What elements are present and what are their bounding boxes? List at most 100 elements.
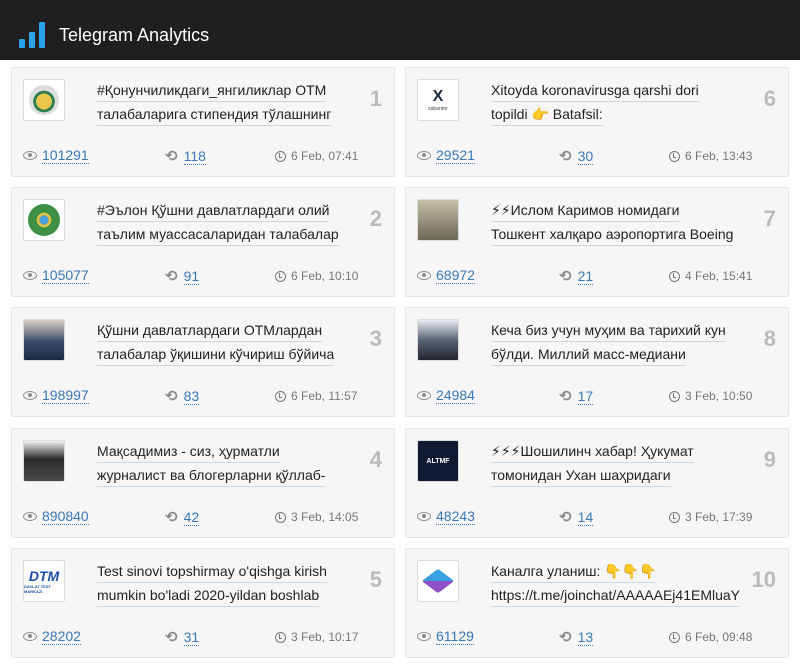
repost-icon: ⟲ <box>559 509 572 526</box>
views-stat: 101291 <box>23 147 89 164</box>
post-text[interactable]: #Қонунчиликдаги_янгиликлар ОТМ талабалар… <box>97 78 357 126</box>
post-text[interactable]: Xitoyda koronavirusga qarshi dori topild… <box>491 78 751 126</box>
post-text[interactable]: ⚡⚡Ислом Каримов номидаги Тошкент халқаро… <box>491 198 751 246</box>
clock-icon <box>669 511 680 523</box>
repost-icon: ⟲ <box>165 629 178 646</box>
eye-icon <box>417 151 431 160</box>
views-count[interactable]: 29521 <box>436 147 475 164</box>
clock-icon <box>669 150 680 162</box>
post-card-2[interactable]: #Эълон Қўшни давлатлардаги олий таълим м… <box>11 187 395 297</box>
repost-icon: ⟲ <box>165 509 178 526</box>
eye-icon <box>23 151 37 160</box>
views-count[interactable]: 101291 <box>42 147 89 164</box>
views-stat: 28202 <box>23 628 81 645</box>
rank-number: 9 <box>763 447 776 472</box>
post-card-9[interactable]: ALTMF ⚡⚡⚡Шошилинч хабар! Ҳукумат томонид… <box>405 428 789 538</box>
post-card-6[interactable]: Xxabardor Xitoyda koronavirusga qarshi d… <box>405 67 789 177</box>
app-title: Telegram Analytics <box>59 25 210 45</box>
views-count[interactable]: 105077 <box>42 267 89 284</box>
post-card-5[interactable]: DTM DAVLAT TEST MARKAZI Test sinovi topsh… <box>11 548 395 658</box>
reposts-count[interactable]: 31 <box>183 629 200 646</box>
reposts-count[interactable]: 21 <box>577 268 594 285</box>
views-count[interactable]: 48243 <box>436 508 475 525</box>
post-text[interactable]: Қўшни давлатлардаги ОТМлардан талабалар … <box>97 318 357 366</box>
post-text[interactable]: Кеча биз учун муҳим ва тарихий кун бўлди… <box>491 318 751 366</box>
post-time: 6 Feb, 10:10 <box>275 269 358 283</box>
reposts-count[interactable]: 83 <box>183 388 200 405</box>
post-time: 6 Feb, 09:48 <box>669 630 752 644</box>
views-count[interactable]: 28202 <box>42 628 81 645</box>
dtm-logo-icon: DTM DAVLAT TEST MARKAZI <box>23 560 65 602</box>
views-count[interactable]: 890840 <box>42 508 89 525</box>
photo-icon <box>23 440 65 482</box>
repost-icon: ⟲ <box>165 268 178 285</box>
reposts-count[interactable]: 17 <box>577 388 594 405</box>
xabardor-logo-icon: Xxabardor <box>417 79 459 121</box>
reposts-stat: ⟲ 30 <box>559 147 594 165</box>
post-card-4[interactable]: Мақсадимиз - сиз, ҳурматли журналист ва … <box>11 428 395 538</box>
post-text[interactable]: Test sinovi topshirmay o'qishga kirish m… <box>97 559 357 607</box>
post-time: 3 Feb, 10:50 <box>669 389 752 403</box>
eye-icon <box>23 512 37 521</box>
post-text[interactable]: ⚡⚡⚡Шошилинч хабар! Ҳукумат томонидан Уха… <box>491 439 751 487</box>
reposts-stat: ⟲ 13 <box>559 628 594 646</box>
views-stat: 48243 <box>417 508 475 525</box>
post-card-3[interactable]: Қўшни давлатлардаги ОТМлардан талабалар … <box>11 307 395 417</box>
reposts-stat: ⟲ 14 <box>559 508 594 526</box>
repost-icon: ⟲ <box>559 268 572 285</box>
views-stat: 61129 <box>417 628 474 645</box>
views-stat: 198997 <box>23 387 89 404</box>
views-stat: 68972 <box>417 267 475 284</box>
repost-icon: ⟲ <box>559 148 572 165</box>
views-count[interactable]: 68972 <box>436 267 475 284</box>
post-card-7[interactable]: ⚡⚡Ислом Каримов номидаги Тошкент халқаро… <box>405 187 789 297</box>
reposts-count[interactable]: 14 <box>577 509 594 526</box>
reposts-stat: ⟲ 31 <box>165 628 200 646</box>
rank-number: 10 <box>751 567 776 592</box>
post-card-1[interactable]: #Қонунчиликдаги_янгиликлар ОТМ талабалар… <box>11 67 395 177</box>
reposts-count[interactable]: 30 <box>577 148 594 165</box>
post-time: 6 Feb, 07:41 <box>275 149 358 163</box>
rank-number: 6 <box>763 86 776 111</box>
repost-icon: ⟲ <box>559 388 572 405</box>
post-card-10[interactable]: Каналга уланиш: 👇👇👇 https://t.me/joincha… <box>405 548 789 658</box>
post-text[interactable]: #Эълон Қўшни давлатлардаги олий таълим м… <box>97 198 357 246</box>
reposts-stat: ⟲ 21 <box>559 267 594 285</box>
eye-icon <box>23 632 37 641</box>
rank-number: 3 <box>369 326 382 351</box>
rank-number: 8 <box>763 326 776 351</box>
reposts-count[interactable]: 13 <box>577 629 594 646</box>
rank-number: 7 <box>763 206 776 231</box>
views-stat: 24984 <box>417 387 475 404</box>
post-time: 4 Feb, 15:41 <box>669 269 752 283</box>
reposts-stat: ⟲ 42 <box>165 508 200 526</box>
photo-icon <box>23 319 65 361</box>
views-count[interactable]: 24984 <box>436 387 475 404</box>
post-text[interactable]: Каналга уланиш: 👇👇👇 https://t.me/joincha… <box>491 559 751 607</box>
clock-icon <box>275 390 286 402</box>
top-bar: Telegram Analytics <box>0 0 800 60</box>
photo-icon <box>417 319 459 361</box>
reposts-count[interactable]: 42 <box>183 509 200 526</box>
post-card-8[interactable]: Кеча биз учун муҳим ва тарихий кун бўлди… <box>405 307 789 417</box>
eye-icon <box>417 391 431 400</box>
clock-icon <box>275 270 286 282</box>
emblem-icon <box>23 199 65 241</box>
post-text[interactable]: Мақсадимиз - сиз, ҳурматли журналист ва … <box>97 439 357 487</box>
clock-icon <box>275 631 286 643</box>
reposts-count[interactable]: 91 <box>183 268 200 285</box>
reposts-stat: ⟲ 91 <box>165 267 200 285</box>
clock-icon <box>669 270 680 282</box>
reposts-stat: ⟲ 17 <box>559 387 594 405</box>
reposts-stat: ⟲ 118 <box>165 147 206 165</box>
post-time: 3 Feb, 10:17 <box>275 630 358 644</box>
views-count[interactable]: 61129 <box>436 628 474 645</box>
eye-icon <box>417 512 431 521</box>
clock-icon <box>669 631 680 643</box>
views-count[interactable]: 198997 <box>42 387 89 404</box>
photo-icon <box>417 199 459 241</box>
bar-chart-logo-icon <box>19 22 45 48</box>
eye-icon <box>23 391 37 400</box>
repost-icon: ⟲ <box>559 629 572 646</box>
reposts-count[interactable]: 118 <box>183 148 206 165</box>
